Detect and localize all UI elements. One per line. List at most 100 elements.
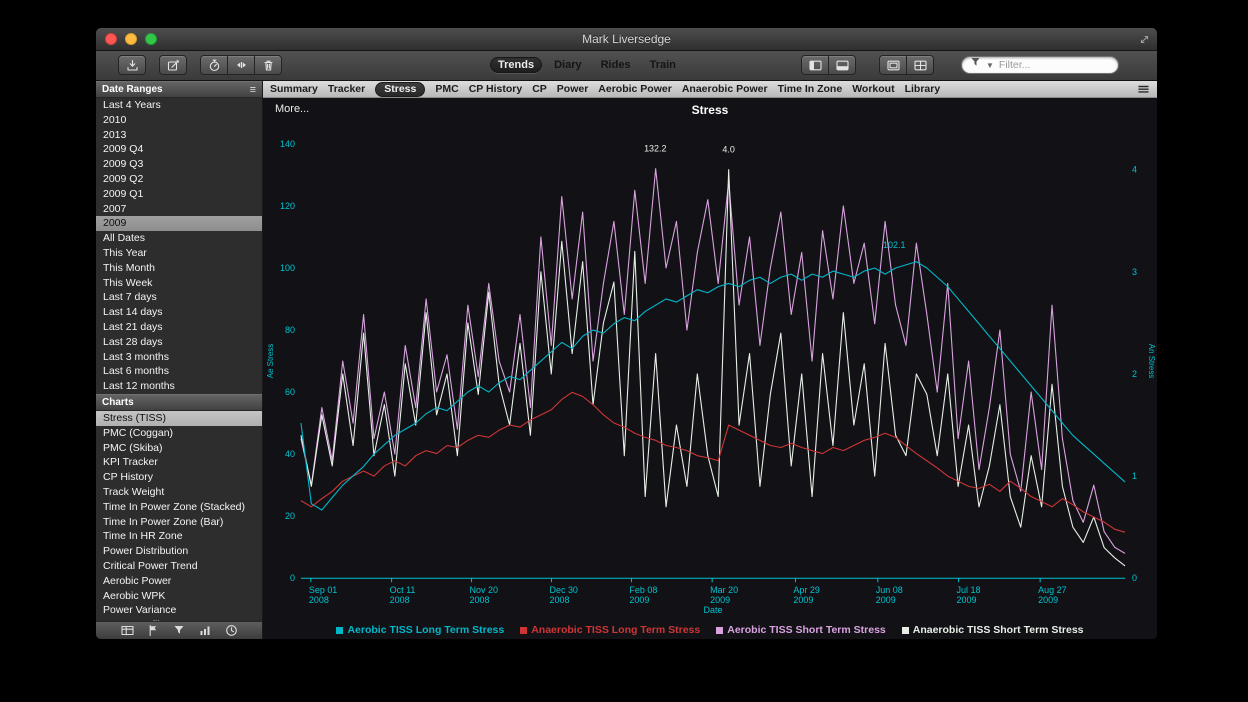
chart-item-stress-tiss[interactable]: Stress (TISS)	[96, 411, 262, 426]
tab-tracker[interactable]: Tracker	[328, 83, 365, 95]
view-tab-diary[interactable]: Diary	[547, 58, 589, 72]
svg-text:2: 2	[1132, 369, 1137, 379]
date-range-item-2007[interactable]: 2007	[96, 202, 262, 217]
tab-stress[interactable]: Stress	[375, 82, 425, 97]
chart-item-track-weight[interactable]: Track Weight	[96, 485, 262, 500]
table-button[interactable]	[121, 624, 134, 637]
date-range-item-last-6-months[interactable]: Last 6 months	[96, 364, 262, 379]
window-title: Mark Liversedge	[96, 32, 1157, 46]
tab-power[interactable]: Power	[557, 83, 589, 95]
toggle-compare-button[interactable]	[828, 55, 856, 75]
svg-text:2009: 2009	[876, 595, 896, 605]
save-button[interactable]	[118, 55, 146, 75]
view-tab-train[interactable]: Train	[643, 58, 683, 72]
chart-item-kpi-tracker[interactable]: KPI Tracker	[96, 455, 262, 470]
chart-item-time-in-hr-zone[interactable]: Time In HR Zone	[96, 529, 262, 544]
layout-toggle-group	[879, 55, 934, 75]
stats-icon	[199, 624, 212, 637]
date-range-item-2010[interactable]: 2010	[96, 113, 262, 128]
chart-item-power-distribution[interactable]: Power Distribution	[96, 544, 262, 559]
chart-item-pmc-skiba[interactable]: PMC (Skiba)	[96, 441, 262, 456]
date-range-item-2009-q4[interactable]: 2009 Q4	[96, 142, 262, 157]
svg-text:2008: 2008	[309, 595, 329, 605]
svg-text:Jul 18: Jul 18	[957, 585, 981, 595]
date-range-item-2009[interactable]: 2009	[96, 216, 262, 231]
chart-item-time-in-power-zone-stacked[interactable]: Time In Power Zone (Stacked)	[96, 500, 262, 515]
single-view-button[interactable]	[879, 55, 907, 75]
svg-text:4: 4	[1132, 165, 1137, 175]
more-menu[interactable]: More...	[275, 103, 309, 115]
filter-input[interactable]	[997, 58, 1110, 72]
tab-workout[interactable]: Workout	[852, 83, 894, 95]
date-range-item-last-14-days[interactable]: Last 14 days	[96, 305, 262, 320]
svg-text:2008: 2008	[390, 595, 410, 605]
toolbar-tool-group	[200, 55, 282, 75]
filter-button[interactable]	[173, 624, 186, 637]
chart-item-time-in-power-zone-bar[interactable]: Time In Power Zone (Bar)	[96, 515, 262, 530]
svg-text:Feb 08: Feb 08	[629, 585, 657, 595]
legend-swatch	[520, 627, 527, 634]
chart-item-aerobic-power[interactable]: Aerobic Power	[96, 574, 262, 589]
chart-item-pmc-coggan[interactable]: PMC (Coggan)	[96, 426, 262, 441]
minimize-button[interactable]	[125, 33, 137, 45]
chart-menu-icon[interactable]	[1137, 83, 1150, 96]
svg-text:Jun 08: Jun 08	[876, 585, 903, 595]
stopwatch-button[interactable]	[200, 55, 228, 75]
zoom-button[interactable]	[145, 33, 157, 45]
svg-text:1: 1	[1132, 471, 1137, 481]
date-range-item-2009-q1[interactable]: 2009 Q1	[96, 187, 262, 202]
date-range-item-this-month[interactable]: This Month	[96, 261, 262, 276]
tab-library[interactable]: Library	[905, 83, 941, 95]
stats-button[interactable]	[199, 624, 212, 637]
sidebar-menu-icon[interactable]: ≡	[250, 84, 256, 96]
tab-aerobic-power[interactable]: Aerobic Power	[598, 83, 672, 95]
edit-icon	[167, 59, 180, 72]
intervals-button[interactable]	[227, 55, 255, 75]
date-range-item-last-12-months[interactable]: Last 12 months	[96, 379, 262, 394]
date-range-item-2009-q2[interactable]: 2009 Q2	[96, 172, 262, 187]
tab-summary[interactable]: Summary	[270, 83, 318, 95]
title-bar[interactable]: Mark Liversedge	[96, 28, 1157, 51]
chart-item-power-variance[interactable]: Power Variance	[96, 603, 262, 618]
tab-cp[interactable]: CP	[532, 83, 547, 95]
toggle-sidebar-button[interactable]	[801, 55, 829, 75]
charts-list: Stress (TISS)PMC (Coggan)PMC (Skiba)KPI …	[96, 411, 262, 633]
tab-time-in-zone[interactable]: Time In Zone	[778, 83, 843, 95]
date-range-item-last-3-months[interactable]: Last 3 months	[96, 350, 262, 365]
svg-text:2009: 2009	[793, 595, 813, 605]
delete-button[interactable]	[254, 55, 282, 75]
tab-cp-history[interactable]: CP History	[469, 83, 523, 95]
table-icon	[121, 624, 134, 637]
chart-item-cp-history[interactable]: CP History	[96, 470, 262, 485]
tab-pmc[interactable]: PMC	[435, 83, 458, 95]
chart-item-aerobic-wpk[interactable]: Aerobic WPK	[96, 589, 262, 604]
date-range-item-all-dates[interactable]: All Dates	[96, 231, 262, 246]
svg-text:Dec 30: Dec 30	[549, 585, 577, 595]
flag-button[interactable]	[147, 624, 160, 637]
date-range-item-last-21-days[interactable]: Last 21 days	[96, 320, 262, 335]
tab-anaerobic-power[interactable]: Anaerobic Power	[682, 83, 768, 95]
sidebar-footer-toolbar	[96, 621, 262, 639]
clock-button[interactable]	[225, 624, 238, 637]
series-anaerobic-tiss-short-term-stress	[301, 170, 1125, 566]
date-range-item-2009-q3[interactable]: 2009 Q3	[96, 157, 262, 172]
close-button[interactable]	[105, 33, 117, 45]
legend-swatch	[902, 627, 909, 634]
charts-header[interactable]: Charts	[96, 394, 262, 411]
view-single-icon	[887, 59, 900, 72]
app-window: Mark Liversedge TrendsDiaryRidesTrain ▼ …	[95, 27, 1158, 640]
date-range-item-this-year[interactable]: This Year	[96, 246, 262, 261]
tiled-view-button[interactable]	[906, 55, 934, 75]
chart-item-critical-power-trend[interactable]: Critical Power Trend	[96, 559, 262, 574]
filter-field[interactable]: ▼	[961, 56, 1119, 74]
date-range-item-this-week[interactable]: This Week	[96, 276, 262, 291]
edit-button[interactable]	[159, 55, 187, 75]
date-range-item-2013[interactable]: 2013	[96, 128, 262, 143]
date-range-item-last-4-years[interactable]: Last 4 Years	[96, 98, 262, 113]
date-ranges-header[interactable]: Date Ranges ≡	[96, 81, 262, 98]
view-tab-trends[interactable]: Trends	[490, 57, 542, 73]
date-range-item-last-28-days[interactable]: Last 28 days	[96, 335, 262, 350]
fullscreen-icon[interactable]	[1139, 32, 1150, 50]
date-range-item-last-7-days[interactable]: Last 7 days	[96, 290, 262, 305]
view-tab-rides[interactable]: Rides	[594, 58, 638, 72]
